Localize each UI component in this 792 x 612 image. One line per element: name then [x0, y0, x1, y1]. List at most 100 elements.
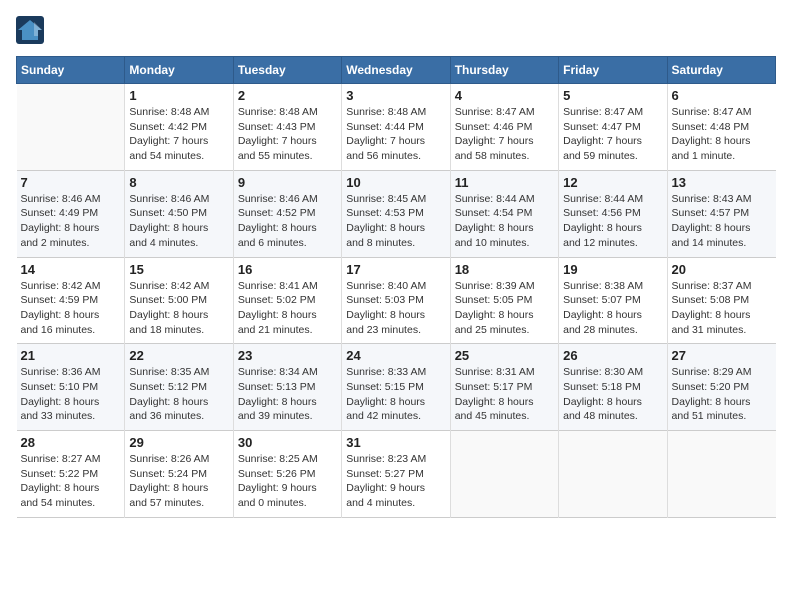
day-number: 24: [346, 348, 445, 363]
weekday-header: Wednesday: [342, 57, 450, 84]
day-info: Sunrise: 8:39 AMSunset: 5:05 PMDaylight:…: [455, 279, 554, 338]
calendar-cell: 24 Sunrise: 8:33 AMSunset: 5:15 PMDayligh…: [342, 344, 450, 431]
day-number: 25: [455, 348, 554, 363]
day-info: Sunrise: 8:41 AMSunset: 5:02 PMDaylight:…: [238, 279, 337, 338]
day-info: Sunrise: 8:48 AMSunset: 4:42 PMDaylight:…: [129, 105, 228, 164]
day-info: Sunrise: 8:46 AMSunset: 4:52 PMDaylight:…: [238, 192, 337, 251]
day-info: Sunrise: 8:42 AMSunset: 4:59 PMDaylight:…: [21, 279, 121, 338]
day-number: 7: [21, 175, 121, 190]
day-info: Sunrise: 8:46 AMSunset: 4:49 PMDaylight:…: [21, 192, 121, 251]
day-number: 9: [238, 175, 337, 190]
calendar-cell: 18 Sunrise: 8:39 AMSunset: 5:05 PMDayligh…: [450, 257, 558, 344]
weekday-header: Friday: [559, 57, 667, 84]
weekday-header: Monday: [125, 57, 233, 84]
day-number: 21: [21, 348, 121, 363]
day-number: 11: [455, 175, 554, 190]
calendar-cell: 4Sunrise: 8:47 AMSunset: 4:46 PMDaylight…: [450, 84, 558, 171]
day-info: Sunrise: 8:46 AMSunset: 4:50 PMDaylight:…: [129, 192, 228, 251]
calendar-cell: 14 Sunrise: 8:42 AMSunset: 4:59 PMDayligh…: [17, 257, 125, 344]
calendar-cell: 17 Sunrise: 8:40 AMSunset: 5:03 PMDayligh…: [342, 257, 450, 344]
calendar-cell: 12 Sunrise: 8:44 AMSunset: 4:56 PMDayligh…: [559, 170, 667, 257]
day-number: 14: [21, 262, 121, 277]
calendar-cell: 15Sunrise: 8:42 AMSunset: 5:00 PMDayligh…: [125, 257, 233, 344]
day-info: Sunrise: 8:26 AMSunset: 5:24 PMDaylight:…: [129, 452, 228, 511]
calendar-cell: 20 Sunrise: 8:37 AMSunset: 5:08 PMDayligh…: [667, 257, 775, 344]
calendar-cell: 2 Sunrise: 8:48 AMSunset: 4:43 PMDaylight…: [233, 84, 341, 171]
calendar-cell: 11 Sunrise: 8:44 AMSunset: 4:54 PMDayligh…: [450, 170, 558, 257]
calendar-week-row: 7 Sunrise: 8:46 AMSunset: 4:49 PMDaylight…: [17, 170, 776, 257]
day-number: 28: [21, 435, 121, 450]
day-info: Sunrise: 8:31 AMSunset: 5:17 PMDaylight:…: [455, 365, 554, 424]
day-number: 16: [238, 262, 337, 277]
calendar-cell: 27Sunrise: 8:29 AMSunset: 5:20 PMDayligh…: [667, 344, 775, 431]
calendar-cell: [667, 431, 775, 518]
calendar-cell: 29 Sunrise: 8:26 AMSunset: 5:24 PMDayligh…: [125, 431, 233, 518]
day-info: Sunrise: 8:40 AMSunset: 5:03 PMDaylight:…: [346, 279, 445, 338]
day-number: 6: [672, 88, 772, 103]
day-number: 13: [672, 175, 772, 190]
day-number: 31: [346, 435, 445, 450]
calendar-table: SundayMondayTuesdayWednesdayThursdayFrid…: [16, 56, 776, 518]
calendar-cell: 19 Sunrise: 8:38 AMSunset: 5:07 PMDayligh…: [559, 257, 667, 344]
day-info: Sunrise: 8:44 AMSunset: 4:54 PMDaylight:…: [455, 192, 554, 251]
logo-icon: [16, 16, 44, 44]
calendar-cell: 6 Sunrise: 8:47 AMSunset: 4:48 PMDaylight…: [667, 84, 775, 171]
day-info: Sunrise: 8:30 AMSunset: 5:18 PMDaylight:…: [563, 365, 662, 424]
day-info: Sunrise: 8:36 AMSunset: 5:10 PMDaylight:…: [21, 365, 121, 424]
page-header: [16, 16, 776, 44]
calendar-cell: 16 Sunrise: 8:41 AMSunset: 5:02 PMDayligh…: [233, 257, 341, 344]
day-info: Sunrise: 8:23 AMSunset: 5:27 PMDaylight:…: [346, 452, 445, 511]
day-number: 10: [346, 175, 445, 190]
calendar-cell: 31 Sunrise: 8:23 AMSunset: 5:27 PMDayligh…: [342, 431, 450, 518]
calendar-cell: 25 Sunrise: 8:31 AMSunset: 5:17 PMDayligh…: [450, 344, 558, 431]
calendar-cell: 10Sunrise: 8:45 AMSunset: 4:53 PMDayligh…: [342, 170, 450, 257]
day-number: 2: [238, 88, 337, 103]
calendar-cell: 3 Sunrise: 8:48 AMSunset: 4:44 PMDaylight…: [342, 84, 450, 171]
weekday-header: Saturday: [667, 57, 775, 84]
day-number: 3: [346, 88, 445, 103]
day-number: 8: [129, 175, 228, 190]
calendar-cell: 30Sunrise: 8:25 AMSunset: 5:26 PMDayligh…: [233, 431, 341, 518]
calendar-cell: 5Sunrise: 8:47 AMSunset: 4:47 PMDaylight…: [559, 84, 667, 171]
day-number: 30: [238, 435, 337, 450]
day-number: 18: [455, 262, 554, 277]
weekday-header: Tuesday: [233, 57, 341, 84]
day-info: Sunrise: 8:27 AMSunset: 5:22 PMDaylight:…: [21, 452, 121, 511]
day-info: Sunrise: 8:47 AMSunset: 4:48 PMDaylight:…: [672, 105, 772, 164]
day-number: 23: [238, 348, 337, 363]
day-info: Sunrise: 8:29 AMSunset: 5:20 PMDaylight:…: [672, 365, 772, 424]
day-info: Sunrise: 8:37 AMSunset: 5:08 PMDaylight:…: [672, 279, 772, 338]
calendar-cell: [559, 431, 667, 518]
day-number: 12: [563, 175, 662, 190]
calendar-week-row: 28 Sunrise: 8:27 AMSunset: 5:22 PMDayligh…: [17, 431, 776, 518]
calendar-cell: 13 Sunrise: 8:43 AMSunset: 4:57 PMDayligh…: [667, 170, 775, 257]
calendar-week-row: 14 Sunrise: 8:42 AMSunset: 4:59 PMDayligh…: [17, 257, 776, 344]
day-number: 29: [129, 435, 228, 450]
day-number: 17: [346, 262, 445, 277]
calendar-cell: 21 Sunrise: 8:36 AMSunset: 5:10 PMDayligh…: [17, 344, 125, 431]
day-info: Sunrise: 8:34 AMSunset: 5:13 PMDaylight:…: [238, 365, 337, 424]
calendar-cell: 26 Sunrise: 8:30 AMSunset: 5:18 PMDayligh…: [559, 344, 667, 431]
weekday-header: Thursday: [450, 57, 558, 84]
day-info: Sunrise: 8:33 AMSunset: 5:15 PMDaylight:…: [346, 365, 445, 424]
calendar-cell: 7 Sunrise: 8:46 AMSunset: 4:49 PMDaylight…: [17, 170, 125, 257]
calendar-cell: 23 Sunrise: 8:34 AMSunset: 5:13 PMDayligh…: [233, 344, 341, 431]
day-number: 20: [672, 262, 772, 277]
day-info: Sunrise: 8:38 AMSunset: 5:07 PMDaylight:…: [563, 279, 662, 338]
weekday-header: Sunday: [17, 57, 125, 84]
day-number: 22: [129, 348, 228, 363]
day-info: Sunrise: 8:48 AMSunset: 4:44 PMDaylight:…: [346, 105, 445, 164]
day-info: Sunrise: 8:43 AMSunset: 4:57 PMDaylight:…: [672, 192, 772, 251]
day-number: 15: [129, 262, 228, 277]
calendar-cell: 9 Sunrise: 8:46 AMSunset: 4:52 PMDaylight…: [233, 170, 341, 257]
day-number: 19: [563, 262, 662, 277]
calendar-cell: [450, 431, 558, 518]
day-number: 26: [563, 348, 662, 363]
day-info: Sunrise: 8:44 AMSunset: 4:56 PMDaylight:…: [563, 192, 662, 251]
calendar-cell: 1 Sunrise: 8:48 AMSunset: 4:42 PMDaylight…: [125, 84, 233, 171]
calendar-cell: 8 Sunrise: 8:46 AMSunset: 4:50 PMDaylight…: [125, 170, 233, 257]
calendar-week-row: 1 Sunrise: 8:48 AMSunset: 4:42 PMDaylight…: [17, 84, 776, 171]
day-info: Sunrise: 8:48 AMSunset: 4:43 PMDaylight:…: [238, 105, 337, 164]
calendar-cell: [17, 84, 125, 171]
day-number: 1: [129, 88, 228, 103]
